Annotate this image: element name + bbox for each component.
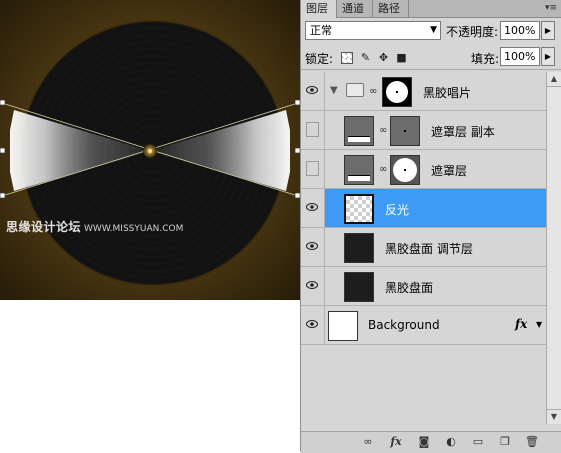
link-layers-icon[interactable]: ∞	[361, 435, 375, 449]
reflection-beam	[0, 99, 300, 199]
tab-channels[interactable]: 通道	[337, 0, 373, 17]
eye-icon	[306, 242, 318, 250]
visibility-toggle[interactable]	[301, 72, 325, 110]
layer-thumbnail[interactable]	[344, 194, 374, 224]
layer-row-record[interactable]: 黑胶盘面	[301, 267, 546, 306]
trash-icon[interactable]: 🗑	[525, 435, 539, 449]
visibility-empty-box	[306, 122, 319, 137]
watermark-text: 思缘设计论坛	[6, 220, 82, 234]
panel-tabbar: 图层 通道 路径 ▾≡	[301, 0, 561, 18]
layer-row-group[interactable]: ▼ ∞ 黑胶唱片	[301, 72, 546, 111]
adjustment-thumbnail[interactable]	[344, 155, 374, 185]
layer-name: Background	[368, 318, 440, 332]
opacity-input[interactable]: 100%	[500, 21, 540, 40]
fx-icon[interactable]: fx	[389, 435, 403, 449]
layer-mask-thumbnail[interactable]	[390, 116, 420, 146]
chevron-down-icon: ▼	[430, 25, 437, 35]
add-mask-icon[interactable]: ◙	[417, 435, 431, 449]
layer-row-reflection[interactable]: 反光	[301, 189, 546, 228]
chain-link-icon[interactable]: ∞	[379, 164, 387, 175]
new-layer-icon[interactable]: ❐	[498, 435, 512, 449]
lock-transparent-icon[interactable]	[341, 52, 353, 64]
scroll-down-button[interactable]: ▼	[547, 409, 561, 424]
folder-icon	[346, 83, 364, 97]
lock-move-icon[interactable]: ✥	[377, 51, 390, 64]
visibility-toggle[interactable]	[301, 111, 325, 149]
transform-handle[interactable]	[0, 99, 6, 106]
layer-thumbnail[interactable]	[344, 233, 374, 263]
chevron-down-icon[interactable]: ▼	[536, 320, 542, 329]
tab-layers[interactable]: 图层	[301, 0, 337, 18]
layer-row-mask[interactable]: ∞ 遮罩层	[301, 150, 546, 189]
fill-input[interactable]: 100%	[500, 47, 540, 66]
blend-row: 正常 ▼ 不透明度: 100% ▶	[301, 21, 561, 41]
panel-menu-icon[interactable]: ▾≡	[545, 3, 557, 13]
chain-link-icon[interactable]: ∞	[369, 86, 377, 97]
fx-icon[interactable]: fx	[515, 317, 527, 331]
eye-icon	[306, 203, 318, 211]
transform-handle[interactable]	[0, 192, 6, 199]
fill-label: 填充:	[471, 52, 500, 66]
document-canvas[interactable]: 思缘设计论坛 WWW.MISSYUAN.COM	[0, 0, 300, 300]
blend-mode-value: 正常	[310, 24, 332, 37]
visibility-toggle[interactable]	[301, 150, 325, 188]
layer-row-mask-copy[interactable]: ∞ 遮罩层 副本	[301, 111, 546, 150]
eye-icon	[306, 320, 318, 328]
layer-name: 反光	[385, 203, 410, 217]
eye-icon	[306, 281, 318, 289]
layer-name: 遮罩层	[431, 164, 468, 178]
visibility-toggle[interactable]	[301, 267, 325, 305]
eye-icon	[306, 86, 318, 94]
layers-scrollbar[interactable]: ▲ ▼	[546, 72, 561, 424]
visibility-toggle[interactable]	[301, 189, 325, 227]
scroll-up-button[interactable]: ▲	[547, 72, 561, 87]
layer-thumbnail[interactable]	[344, 272, 374, 302]
layers-list: ▼ ∞ 黑胶唱片 ∞ 遮罩层 副本 ∞ 遮罩层 反光 黑胶盘面 调节层 黑胶盘面…	[301, 72, 546, 424]
opacity-label: 不透明度:	[446, 25, 499, 39]
watermark-url: WWW.MISSYUAN.COM	[84, 224, 184, 234]
watermark: 思缘设计论坛 WWW.MISSYUAN.COM	[6, 218, 183, 235]
collapse-triangle-icon[interactable]: ▼	[330, 85, 338, 96]
layer-name: 黑胶盘面	[385, 281, 434, 295]
layer-name: 黑胶唱片	[423, 86, 472, 100]
layer-mask-thumbnail[interactable]	[390, 155, 420, 185]
adjustment-layer-icon[interactable]: ◐	[444, 435, 458, 449]
layer-name: 黑胶盘面 调节层	[385, 242, 473, 256]
tab-paths[interactable]: 路径	[373, 0, 409, 17]
lock-paint-icon[interactable]: ✎	[359, 51, 372, 64]
layers-bottom-toolbar: ∞ fx ◙ ◐ ▭ ❐ 🗑	[301, 431, 561, 453]
opacity-slider-button[interactable]: ▶	[541, 21, 555, 40]
blend-mode-select[interactable]: 正常 ▼	[305, 21, 441, 40]
layer-mask-thumbnail[interactable]	[382, 77, 412, 107]
new-group-icon[interactable]: ▭	[471, 435, 485, 449]
lock-all-icon[interactable]: ■	[395, 51, 408, 64]
lock-label: 锁定:	[305, 52, 334, 66]
visibility-toggle[interactable]	[301, 228, 325, 266]
lock-row: 锁定: ✎ ✥ ■ 填充: 100% ▶	[301, 47, 561, 70]
transform-handle[interactable]	[0, 147, 6, 154]
layers-panel: 图层 通道 路径 ▾≡ 正常 ▼ 不透明度: 100% ▶ 锁定: ✎ ✥ ■ …	[300, 0, 561, 453]
layer-thumbnail[interactable]	[328, 311, 358, 341]
fill-slider-button[interactable]: ▶	[541, 47, 555, 66]
layer-name: 遮罩层 副本	[431, 125, 495, 139]
layer-row-record-adjust[interactable]: 黑胶盘面 调节层	[301, 228, 546, 267]
chain-link-icon[interactable]: ∞	[379, 125, 387, 136]
layer-row-background[interactable]: Background fx ▼	[301, 306, 546, 345]
visibility-toggle[interactable]	[301, 306, 325, 344]
visibility-empty-box	[306, 161, 319, 176]
adjustment-thumbnail[interactable]	[344, 116, 374, 146]
